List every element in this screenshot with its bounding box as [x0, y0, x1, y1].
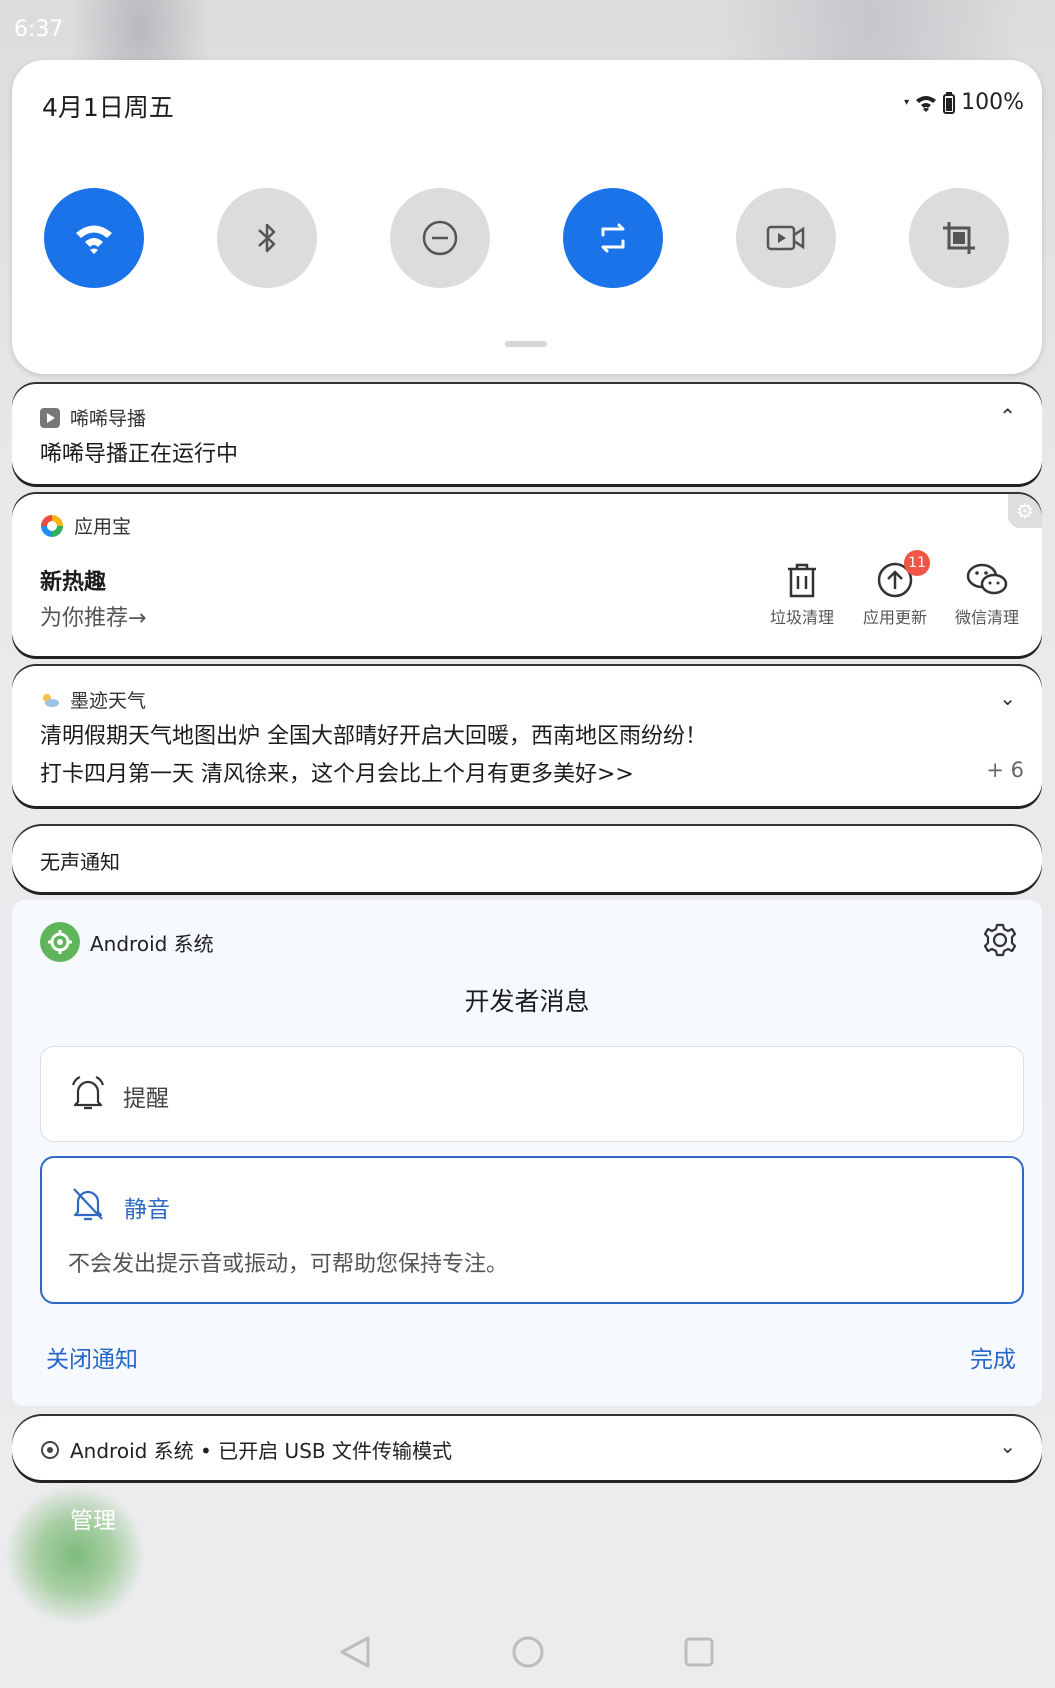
battery-percent: 100% — [961, 90, 1024, 115]
action-label: 微信清理 — [954, 608, 1019, 627]
yingyongbao-logo-icon — [41, 514, 63, 537]
app-update-action[interactable]: 11 应用更新 — [850, 550, 940, 628]
status-bar-time: 6:37 — [14, 17, 64, 42]
wifi-icon — [76, 225, 112, 254]
more-count: + 6 — [986, 758, 1024, 782]
gear-icon[interactable] — [982, 922, 1018, 958]
screen-record-icon — [766, 225, 805, 251]
silent-option[interactable]: 静音 不会发出提示音或振动，可帮助您保持专注。 — [40, 1156, 1024, 1304]
wechat-icon — [966, 563, 1008, 595]
expand-chevron-icon[interactable]: ⌄ — [999, 686, 1016, 710]
wifi-status-icon — [916, 95, 937, 112]
usb-status-icon — [41, 1440, 59, 1459]
weather-cloud-icon — [43, 693, 59, 707]
battery-icon — [943, 91, 956, 114]
option-label: 提醒 — [123, 1086, 169, 1112]
notification-text: 唏唏导播正在运行中 — [40, 442, 239, 467]
android-settings-app-icon — [40, 922, 80, 962]
do-not-disturb-icon — [422, 220, 458, 256]
do-not-disturb-tile[interactable] — [390, 188, 490, 288]
option-label: 静音 — [124, 1197, 170, 1223]
wechat-clean-action[interactable]: 微信清理 — [942, 556, 1032, 628]
notification-line-2: 打卡四月第一天 清风徐来，这个月会比上个月有更多美好>> — [40, 762, 634, 787]
collapse-chevron-icon[interactable]: ⌃ — [999, 404, 1016, 428]
dialog-title: 开发者消息 — [464, 987, 590, 1016]
notification-weather[interactable]: 墨迹天气 ⌄ 清明假期天气地图出炉 全国大部晴好开启大回暖，西南地区雨纷纷！ 打… — [12, 666, 1042, 806]
back-nav-icon[interactable] — [338, 1635, 372, 1669]
notification-settings-card: Android 系统 开发者消息 提醒 静音 不会发出提示音或振动，可帮助您保持… — [12, 900, 1042, 1406]
screenshot-crop-tile[interactable] — [909, 188, 1009, 288]
notification-text: Android 系统 • 已开启 USB 文件传输模式 — [70, 1439, 452, 1463]
notification-xixi[interactable]: 唏唏导播 唏唏导播正在运行中 ⌃ — [12, 384, 1042, 484]
screen-record-tile[interactable] — [736, 188, 836, 288]
notification-usb[interactable]: Android 系统 • 已开启 USB 文件传输模式 ⌄ — [12, 1416, 1042, 1480]
bell-ringing-icon — [71, 1075, 105, 1110]
turn-off-notifications-link[interactable]: 关闭通知 — [46, 1340, 138, 1374]
notification-title: 新热趣 — [40, 570, 107, 595]
system-status-icons: ▾ 100% — [904, 90, 1024, 115]
junk-clean-action[interactable]: 垃圾清理 — [757, 556, 847, 628]
update-count-badge: 11 — [904, 550, 930, 576]
home-nav-icon[interactable] — [511, 1635, 545, 1669]
quick-settings-panel: 4月1日周五 ▾ 100% — [12, 60, 1042, 374]
app-name: 墨迹天气 — [70, 690, 147, 712]
date-label: 4月1日周五 — [42, 93, 174, 122]
wifi-tile[interactable] — [44, 188, 144, 288]
screenshot-crop-icon — [943, 222, 975, 254]
app-name: 唏唏导播 — [70, 408, 147, 430]
recents-nav-icon[interactable] — [682, 1635, 716, 1669]
auto-rotate-tile[interactable] — [563, 188, 663, 288]
bluetooth-tile[interactable] — [217, 188, 317, 288]
app-name: Android 系统 — [90, 931, 214, 956]
notification-subtitle[interactable]: 为你推荐→ — [40, 600, 146, 632]
option-description: 不会发出提示音或振动，可帮助您保持专注。 — [68, 1252, 509, 1277]
bluetooth-icon — [258, 223, 276, 253]
auto-rotate-icon — [601, 223, 625, 253]
expand-chevron-icon[interactable]: ⌄ — [999, 1434, 1016, 1458]
notification-line-1: 清明假期天气地图出炉 全国大部晴好开启大回暖，西南地区雨纷纷！ — [40, 724, 707, 749]
alert-option[interactable]: 提醒 — [40, 1046, 1024, 1142]
notification-yingyongbao[interactable]: 应用宝 ⚙ 新热趣 为你推荐→ 垃圾清理 11 应用更新 微信清理 — [12, 494, 1042, 656]
bell-off-icon — [73, 1188, 103, 1221]
section-title: 无声通知 — [40, 850, 120, 874]
signal-dot-icon: ▾ — [904, 97, 910, 108]
silent-notifications-header: 无声通知 — [12, 826, 1042, 892]
drag-handle[interactable] — [505, 341, 547, 347]
action-label: 应用更新 — [862, 608, 927, 627]
manage-link[interactable]: 管理 — [70, 1501, 116, 1535]
action-label: 垃圾清理 — [769, 608, 834, 627]
app-name: 应用宝 — [74, 516, 132, 538]
play-app-icon — [40, 407, 60, 428]
trash-icon — [788, 563, 816, 598]
done-button[interactable]: 完成 — [970, 1340, 1016, 1374]
